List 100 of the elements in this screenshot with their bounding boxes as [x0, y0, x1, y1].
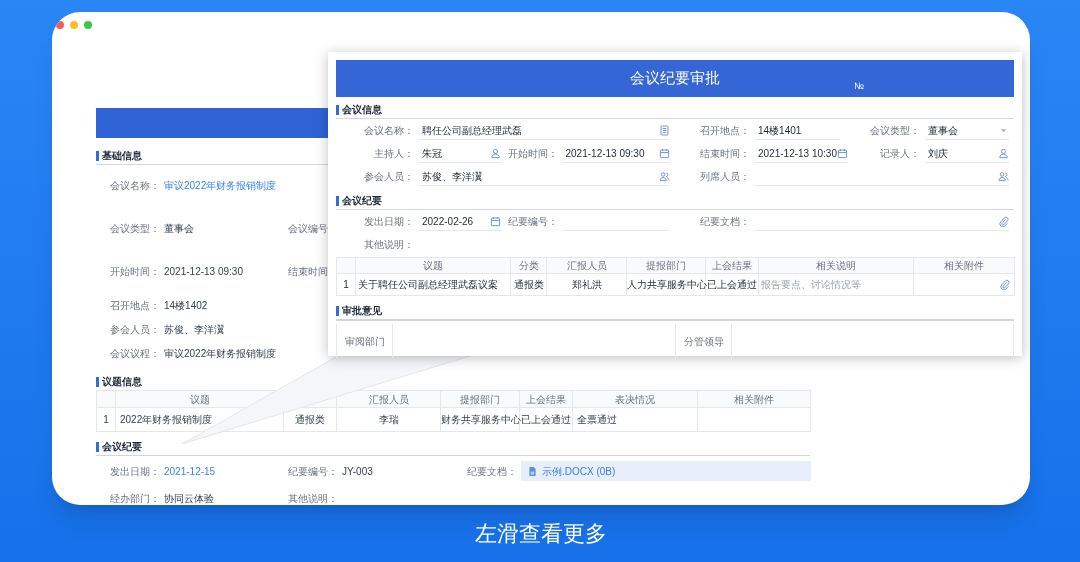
field-value: JY-003: [342, 464, 373, 479]
table-cell: 关于聘任公司副总经理武磊议案: [355, 273, 511, 296]
column-header: 相关说明: [816, 260, 856, 271]
field-label: 纪要文档：: [699, 215, 750, 229]
column-header: 议题: [189, 393, 210, 405]
column-header: 汇报人员: [566, 260, 607, 271]
field-value: 2021-12-13 09:30: [164, 265, 243, 279]
field-label: 召开地点：: [110, 298, 160, 313]
field-label: 会议议程：: [110, 346, 160, 361]
column-header: 提报部门: [646, 260, 686, 271]
field-value: 苏俊、李洋瀷: [164, 322, 224, 337]
calendar-icon: [489, 215, 501, 227]
person-icon: [998, 147, 1009, 159]
column-header: 上会结果: [526, 393, 566, 405]
field-label: 记录人：: [878, 147, 920, 161]
field-label: 其他说明：: [363, 238, 414, 252]
field-label: 召开地点：: [699, 124, 750, 138]
field-label: 主持人：: [373, 147, 414, 161]
input-field[interactable]: 苏俊、李洋瀷: [419, 167, 670, 186]
field-label: 开始时间：: [506, 147, 558, 161]
input-field[interactable]: 聘任公司副总经理武磊: [419, 121, 670, 140]
people-icon: [998, 170, 1009, 182]
input-field[interactable]: 董事会: [924, 121, 1009, 140]
section-marker: [96, 441, 99, 452]
column-header: 提报部门: [460, 393, 500, 405]
list-icon: [659, 124, 670, 136]
paperclip-icon[interactable]: [999, 279, 1010, 290]
field-label: 结束时间: [288, 265, 328, 279]
people-icon: [659, 170, 670, 182]
calendar-icon: [659, 147, 670, 159]
input-field[interactable]: 14楼1401: [755, 121, 840, 140]
paperclip-icon[interactable]: [998, 215, 1009, 227]
input-field[interactable]: 朱冠: [419, 144, 501, 163]
minimize-button[interactable]: [70, 21, 78, 29]
section-title: 基础信息: [102, 149, 142, 162]
row-number: 1: [336, 273, 356, 296]
field-value: 审议2022年财务报销制度: [164, 346, 277, 361]
document-icon: [527, 465, 538, 477]
field-value: 董事会: [164, 222, 194, 236]
table-cell: 人力共享服务中心: [626, 273, 706, 296]
dialog-title: 会议纪要审批: [630, 68, 720, 89]
table-cell: 李瑞: [336, 407, 441, 432]
section-title: 审批意见: [342, 304, 382, 317]
input-field[interactable]: 刘庆: [924, 144, 1009, 163]
field-label: 参会人员：: [363, 170, 414, 184]
column-header: 表决情况: [615, 393, 655, 405]
section-title: 会议纪要: [342, 194, 382, 207]
column-header: 相关附件: [734, 393, 774, 405]
field-label: 发出日期：: [363, 215, 414, 229]
input-field[interactable]: 2022-02-26: [419, 212, 501, 231]
column-header: 相关附件: [944, 260, 984, 271]
field-label: 纪要编号：: [506, 215, 558, 229]
field-label: 审阅部门: [337, 324, 393, 358]
person-icon: [489, 147, 501, 159]
field-label: 会议名称：: [363, 124, 414, 138]
field-label: 会议编号: [288, 222, 328, 236]
field-label: 经办部门：: [110, 491, 160, 505]
table-cell: 已上会通过: [705, 273, 759, 296]
field-label: 参会人员：: [110, 322, 160, 337]
field-label: 其他说明：: [288, 491, 338, 505]
field-value: 协同云体验: [164, 491, 214, 505]
column-header: 分类: [518, 260, 539, 271]
section-title: 会议纪要: [102, 440, 142, 453]
input-field[interactable]: 2021-12-13 09:30: [562, 144, 670, 163]
field-label: 纪要编号：: [288, 464, 338, 479]
section-title: 会议信息: [342, 103, 382, 116]
column-header: 上会结果: [712, 260, 752, 271]
field-label: 结束时间：: [699, 147, 750, 161]
field-label: 列席人员：: [699, 170, 750, 184]
section-marker: [96, 150, 99, 161]
link-value[interactable]: 审议2022年财务报销制度: [164, 178, 277, 193]
section-marker: [96, 376, 99, 387]
calendar-icon: [836, 147, 848, 159]
table-cell: 全票通过: [572, 407, 698, 432]
field-label: 发出日期：: [110, 464, 160, 479]
table-cell: 已上会通过: [519, 407, 573, 432]
field-label: 会议类型：: [868, 124, 920, 138]
field-value: 14楼1402: [164, 298, 208, 313]
field-label: 会议类型：: [110, 222, 160, 236]
file-attachment[interactable]: 示例.DOCX (0B): [521, 461, 811, 481]
field-label: 纪要文档：: [467, 464, 517, 479]
field-label: 开始时间：: [110, 265, 160, 279]
link-value[interactable]: 2021-12-15: [164, 463, 216, 479]
column-header: 议题: [423, 260, 443, 271]
field-label: 会议名称：: [110, 179, 160, 193]
section-marker: [336, 305, 339, 316]
table-cell: 财务共享服务中心: [440, 407, 520, 432]
section-marker: [336, 104, 339, 115]
row-number: 1: [96, 407, 116, 432]
caption-text: 左滑查看更多: [475, 520, 607, 548]
table-cell: 郑礼洪: [546, 273, 627, 296]
number-sign: №: [854, 80, 864, 93]
close-button[interactable]: [56, 21, 64, 29]
table-cell: 通报类: [510, 273, 547, 296]
field-label: 分管领导: [676, 324, 732, 358]
column-header: 汇报人员: [368, 393, 409, 405]
section-title: 议题信息: [102, 375, 142, 388]
zoom-button[interactable]: [84, 21, 92, 29]
section-marker: [336, 195, 339, 206]
input-field[interactable]: 2021-12-13 10:30: [755, 144, 848, 163]
